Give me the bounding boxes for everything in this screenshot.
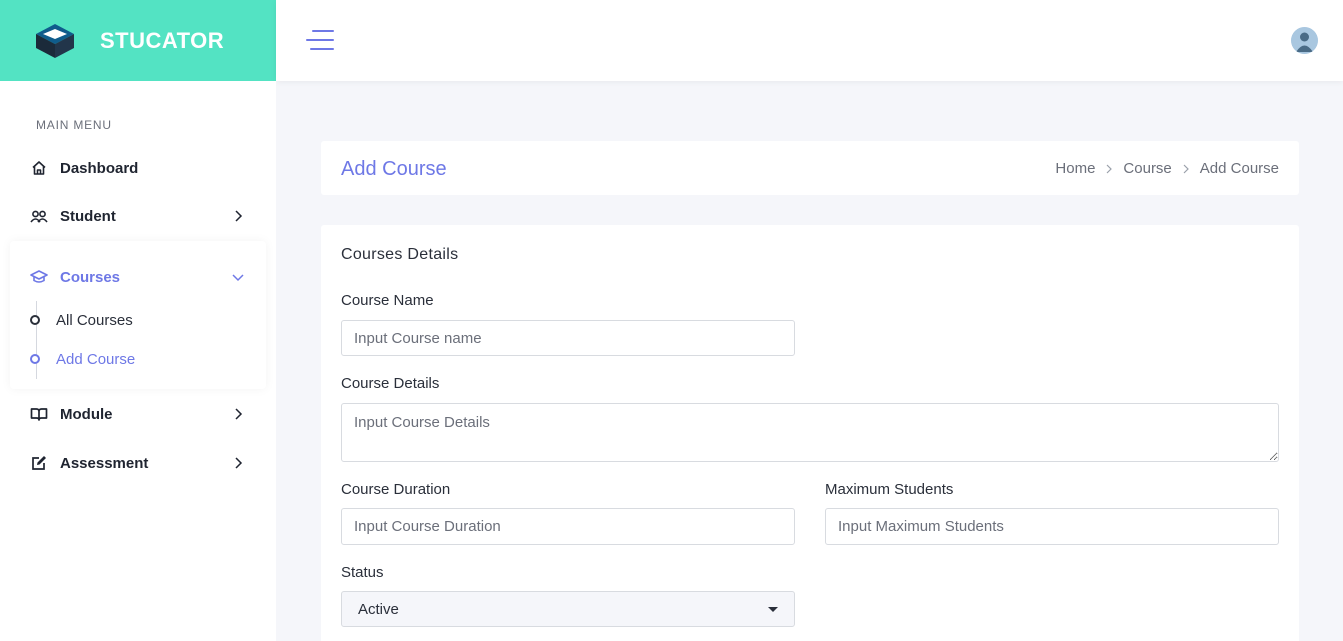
sidebar-item-assessment[interactable]: Assessment xyxy=(30,451,246,475)
course-details-label: Course Details xyxy=(341,375,440,392)
chevron-right-icon xyxy=(235,408,243,420)
course-name-label: Course Name xyxy=(341,292,434,309)
page-header: Add Course Home Course Add Course xyxy=(321,141,1299,195)
sidebar-item-courses[interactable]: Courses xyxy=(30,265,246,289)
bullet-icon xyxy=(30,354,40,364)
card-title: Courses Details xyxy=(341,246,459,263)
top-bar xyxy=(276,0,1343,81)
chevron-right-icon xyxy=(1106,164,1113,173)
caret-down-icon xyxy=(768,607,778,612)
status-select-value: Active xyxy=(358,600,399,618)
course-details-textarea[interactable] xyxy=(341,403,1279,462)
status-label: Status xyxy=(341,564,384,581)
sidebar-group-courses: Courses All Courses Add Course xyxy=(10,241,266,389)
max-students-input[interactable] xyxy=(825,508,1279,545)
bullet-icon xyxy=(30,315,40,325)
brand-logo[interactable]: STUCATOR xyxy=(0,0,276,81)
hamburger-icon[interactable] xyxy=(306,29,334,51)
sidebar: MAIN MENU Dashboard Student Courses All … xyxy=(0,81,276,641)
course-form-card: Courses Details Course Name Course Detai… xyxy=(321,225,1299,641)
chevron-right-icon xyxy=(1183,164,1189,173)
brand-name: STUCATOR xyxy=(100,27,225,53)
sidebar-item-student[interactable]: Student xyxy=(30,204,246,228)
breadcrumb-home[interactable]: Home xyxy=(1055,160,1095,177)
logo-icon xyxy=(36,23,74,58)
breadcrumb: Home Course Add Course xyxy=(1055,160,1279,177)
course-duration-input[interactable] xyxy=(341,508,795,545)
sidebar-item-label: Dashboard xyxy=(60,159,139,177)
sidebar-subitem-all-courses[interactable]: All Courses xyxy=(30,310,133,330)
sidebar-item-label: Student xyxy=(60,207,116,225)
edit-icon xyxy=(30,454,48,472)
max-students-label: Maximum Students xyxy=(825,481,954,498)
page-title: Add Course xyxy=(341,158,447,180)
sidebar-subitem-label: Add Course xyxy=(56,350,136,368)
course-name-input[interactable] xyxy=(341,320,795,356)
chevron-down-icon xyxy=(232,274,244,282)
sidebar-menu-title: MAIN MENU xyxy=(36,118,112,132)
sidebar-item-dashboard[interactable]: Dashboard xyxy=(30,156,246,180)
sidebar-item-label: Courses xyxy=(60,268,121,286)
sidebar-item-label: Assessment xyxy=(60,454,149,472)
breadcrumb-current: Add Course xyxy=(1199,160,1279,177)
sidebar-item-module[interactable]: Module xyxy=(30,402,246,426)
users-icon xyxy=(30,207,48,225)
course-duration-label: Course Duration xyxy=(341,481,451,498)
sidebar-subitem-label: All Courses xyxy=(56,311,133,329)
graduation-cap-icon xyxy=(30,268,48,286)
sidebar-subitem-add-course[interactable]: Add Course xyxy=(30,349,135,369)
user-avatar-icon[interactable] xyxy=(1291,27,1318,54)
book-icon xyxy=(30,405,48,423)
sidebar-item-label: Module xyxy=(60,405,113,423)
status-select[interactable]: Active xyxy=(341,591,795,627)
chevron-right-icon xyxy=(235,457,243,469)
chevron-right-icon xyxy=(235,210,243,222)
home-icon xyxy=(30,159,48,177)
breadcrumb-course[interactable]: Course xyxy=(1123,160,1171,177)
